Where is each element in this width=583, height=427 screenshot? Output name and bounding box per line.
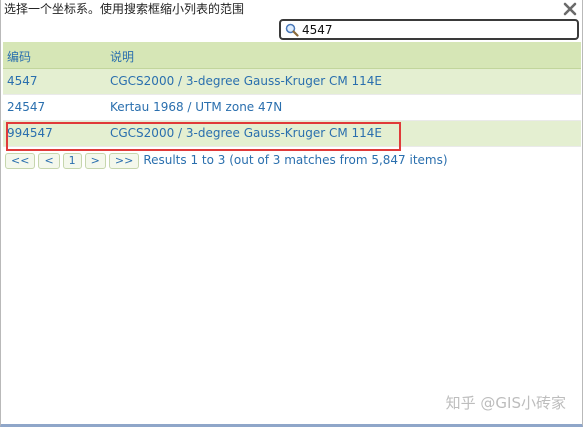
- dialog-title-bar: 选择一个坐标系。使用搜索框缩小列表的范围: [1, 0, 582, 18]
- dialog-title: 选择一个坐标系。使用搜索框缩小列表的范围: [4, 2, 245, 16]
- search-icon: [285, 23, 299, 37]
- page-1-button[interactable]: 1: [62, 153, 82, 169]
- table-row[interactable]: 4547 CGCS2000 / 3-degree Gauss-Kruger CM…: [3, 69, 581, 95]
- search-input[interactable]: [302, 22, 572, 37]
- row-code: 24547: [7, 100, 46, 114]
- row-code: 4547: [7, 74, 38, 88]
- table-header: 编码 说明: [3, 42, 581, 69]
- last-page-button[interactable]: >>: [108, 153, 140, 169]
- column-header-code[interactable]: 编码: [7, 48, 31, 65]
- pagination: << <1 > >> Results 1 to 3 (out of 3 matches …: [5, 153, 448, 169]
- coordinate-system-table: 编码 说明 4547 CGCS2000 / 3-degree Gauss-Kru…: [3, 42, 581, 147]
- table-row[interactable]: 994547 CGCS2000 / 3-degree Gauss-Kruger …: [3, 121, 581, 147]
- results-status: Results 1 to 3 (out of 3 matches from 5,…: [143, 153, 448, 167]
- next-page-button[interactable]: >: [84, 153, 106, 169]
- search-box: [279, 19, 579, 40]
- prev-page-button[interactable]: <: [38, 153, 60, 169]
- row-code: 994547: [7, 126, 53, 140]
- close-icon[interactable]: [562, 1, 578, 17]
- row-description: Kertau 1968 / UTM zone 47N: [110, 100, 283, 114]
- table-row[interactable]: 24547 Kertau 1968 / UTM zone 47N: [3, 95, 581, 121]
- column-header-description[interactable]: 说明: [110, 48, 134, 65]
- coordinate-system-dialog: 选择一个坐标系。使用搜索框缩小列表的范围 编码 说明 4547 CGCS2000…: [0, 0, 583, 427]
- first-page-button[interactable]: <<: [5, 153, 36, 169]
- row-description: CGCS2000 / 3-degree Gauss-Kruger CM 114E: [110, 74, 382, 88]
- row-description: CGCS2000 / 3-degree Gauss-Kruger CM 114E: [110, 126, 382, 140]
- watermark: 知乎 @GIS小砖家: [445, 394, 566, 412]
